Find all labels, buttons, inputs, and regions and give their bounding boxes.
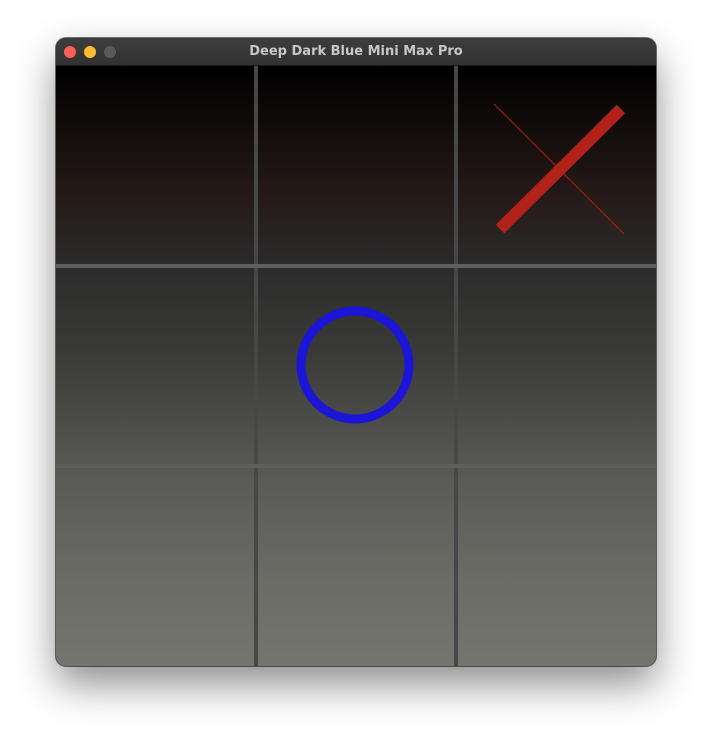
game-window: Deep Dark Blue Mini Max Pro <box>56 38 656 666</box>
board-cell-r1-c0[interactable] <box>56 266 254 464</box>
o-mark-ring <box>296 306 414 424</box>
board-cell-r0-c0[interactable] <box>56 66 254 264</box>
board-cell-r2-c2[interactable] <box>456 466 654 664</box>
board-cell-r0-c1[interactable] <box>256 66 454 264</box>
x-mark-icon <box>493 103 626 235</box>
o-mark-icon <box>296 306 414 424</box>
board-cell-r2-c1[interactable] <box>256 466 454 664</box>
board-cell-r1-c2[interactable] <box>456 266 654 464</box>
board-cell-r0-c2[interactable] <box>456 66 654 264</box>
window-title: Deep Dark Blue Mini Max Pro <box>249 44 463 59</box>
x-mark-thick-stroke <box>495 104 626 234</box>
title-bar[interactable]: Deep Dark Blue Mini Max Pro <box>56 38 656 66</box>
board-cell-r2-c0[interactable] <box>56 466 254 664</box>
game-board <box>56 66 656 666</box>
board-cell-r1-c1[interactable] <box>256 266 454 464</box>
